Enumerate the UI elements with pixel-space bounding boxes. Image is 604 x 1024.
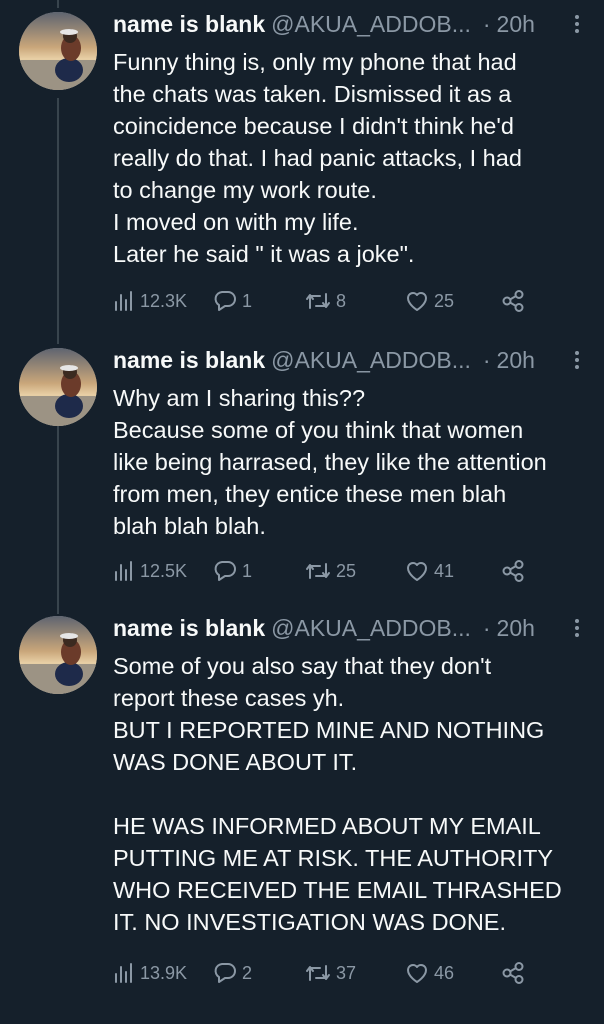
- tweet-line: like being harrased, they like the atten…: [113, 449, 547, 475]
- reply-button[interactable]: 1: [213, 556, 252, 586]
- tweet-line: really do that. I had panic attacks, I h…: [113, 145, 522, 171]
- tweet-line: PUTTING ME AT RISK. THE AUTHORITY: [113, 845, 554, 871]
- user-handle[interactable]: @AKUA_ADDOB...: [271, 347, 471, 374]
- bar-chart-icon: [113, 560, 135, 582]
- tweet-line: the chats was taken. Dismissed it as a: [113, 81, 512, 107]
- like-count: 46: [434, 962, 455, 983]
- timestamp[interactable]: 20h: [497, 615, 535, 642]
- tweet-line: Funny thing is, only my phone that had: [113, 49, 517, 75]
- tweet-line: Some of you also say that they don't: [113, 653, 492, 679]
- views-button[interactable]: 13.9K: [113, 958, 187, 988]
- more-vertical-icon[interactable]: [570, 15, 584, 33]
- reply-button[interactable]: 1: [213, 286, 252, 316]
- retweet-count: 37: [336, 962, 357, 983]
- tweet[interactable]: name is blank @AKUA_ADDOB... · 20h Why a…: [0, 342, 604, 602]
- tweet-line: coincidence because I didn't think he'd: [113, 113, 514, 139]
- like-count: 25: [434, 290, 455, 311]
- views-count: 12.5K: [140, 560, 188, 581]
- user-handle[interactable]: @AKUA_ADDOB...: [271, 11, 471, 38]
- tweet-blank-line: [113, 778, 574, 810]
- tweet-line: Because some of you think that women: [113, 417, 524, 443]
- views-button[interactable]: 12.5K: [113, 556, 187, 586]
- heart-icon: [405, 962, 429, 984]
- tweet-line: Why am I sharing this??: [113, 385, 366, 411]
- views-count: 13.9K: [140, 962, 188, 983]
- tweet-line: to change my work route.: [113, 177, 377, 203]
- tweet-text: Funny thing is, only my phone that had t…: [113, 46, 574, 270]
- tweet[interactable]: name is blank @AKUA_ADDOB... · 20h Funny…: [0, 6, 604, 336]
- views-button[interactable]: 12.3K: [113, 286, 187, 316]
- action-bar: 12.5K 1 25 41: [113, 556, 533, 586]
- share-nodes-icon: [501, 560, 525, 582]
- share-button[interactable]: [501, 958, 525, 988]
- bar-chart-icon: [113, 290, 135, 312]
- like-button[interactable]: 46: [405, 958, 454, 988]
- retweet-arrows-icon: [305, 560, 331, 582]
- share-button[interactable]: [501, 286, 525, 316]
- speech-bubble-icon: [213, 290, 237, 312]
- avatar[interactable]: [19, 12, 97, 90]
- tweet-header: name is blank @AKUA_ADDOB... · 20h: [113, 342, 584, 378]
- display-name[interactable]: name is blank: [113, 615, 265, 642]
- tweet-line: blah blah blah.: [113, 513, 266, 539]
- like-button[interactable]: 25: [405, 286, 454, 316]
- bar-chart-icon: [113, 962, 135, 984]
- retweet-arrows-icon: [305, 290, 331, 312]
- share-nodes-icon: [501, 962, 525, 984]
- reply-count: 1: [242, 560, 253, 581]
- avatar[interactable]: [19, 348, 97, 426]
- reply-count: 2: [242, 962, 253, 983]
- tweet-text: Some of you also say that they don't rep…: [113, 650, 574, 938]
- share-button[interactable]: [501, 556, 525, 586]
- more-vertical-icon[interactable]: [570, 619, 584, 637]
- tweet-line: IT. NO INVESTIGATION WAS DONE.: [113, 909, 507, 935]
- speech-bubble-icon: [213, 962, 237, 984]
- tweet-text: Why am I sharing this?? Because some of …: [113, 382, 574, 542]
- tweet-line: WAS DONE ABOUT IT.: [113, 749, 358, 775]
- separator: ·: [482, 346, 491, 373]
- retweet-button[interactable]: 37: [305, 958, 356, 988]
- reply-button[interactable]: 2: [213, 958, 252, 988]
- action-bar: 13.9K 2 37 46: [113, 958, 533, 988]
- tweet-line: HE WAS INFORMED ABOUT MY EMAIL: [113, 813, 541, 839]
- like-button[interactable]: 41: [405, 556, 454, 586]
- reply-count: 1: [242, 290, 253, 311]
- like-count: 41: [434, 560, 455, 581]
- share-nodes-icon: [501, 290, 525, 312]
- user-handle[interactable]: @AKUA_ADDOB...: [271, 615, 471, 642]
- speech-bubble-icon: [213, 560, 237, 582]
- tweet-line: report these cases yh.: [113, 685, 345, 711]
- avatar[interactable]: [19, 616, 97, 694]
- separator: ·: [482, 614, 491, 641]
- tweet-line: WHO RECEIVED THE EMAIL THRASHED: [113, 877, 562, 903]
- tweet-line: from men, they entice these men blah: [113, 481, 507, 507]
- display-name[interactable]: name is blank: [113, 347, 265, 374]
- tweet-header: name is blank @AKUA_ADDOB... · 20h: [113, 610, 584, 646]
- retweet-arrows-icon: [305, 962, 331, 984]
- retweet-count: 8: [336, 290, 347, 311]
- timestamp[interactable]: 20h: [497, 11, 535, 38]
- timestamp[interactable]: 20h: [497, 347, 535, 374]
- tweet-line: I moved on with my life.: [113, 209, 359, 235]
- tweet[interactable]: name is blank @AKUA_ADDOB... · 20h Some …: [0, 610, 604, 1010]
- views-count: 12.3K: [140, 290, 188, 311]
- tweet-line: BUT I REPORTED MINE AND NOTHING: [113, 717, 545, 743]
- display-name[interactable]: name is blank: [113, 11, 265, 38]
- retweet-button[interactable]: 25: [305, 556, 356, 586]
- heart-icon: [405, 290, 429, 312]
- action-bar: 12.3K 1 8 25: [113, 286, 533, 316]
- retweet-count: 25: [336, 560, 357, 581]
- more-vertical-icon[interactable]: [570, 351, 584, 369]
- retweet-button[interactable]: 8: [305, 286, 346, 316]
- tweet-line: Later he said " it was a joke".: [113, 241, 415, 267]
- separator: ·: [482, 10, 491, 37]
- tweet-header: name is blank @AKUA_ADDOB... · 20h: [113, 6, 584, 42]
- heart-icon: [405, 560, 429, 582]
